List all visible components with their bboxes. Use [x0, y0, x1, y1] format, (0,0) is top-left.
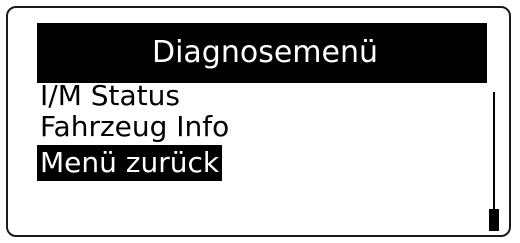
- scrollbar-thumb[interactable]: [489, 209, 499, 231]
- menu-item-label: Menü zurück: [37, 145, 223, 181]
- menu-item-label: I/M Status: [40, 83, 180, 109]
- scrollbar[interactable]: [489, 92, 499, 231]
- menu-item-fahrzeug-info[interactable]: Fahrzeug Info: [37, 109, 477, 145]
- menu-title-bar: Diagnosemenü: [37, 23, 487, 83]
- menu-title: Diagnosemenü: [151, 35, 379, 70]
- menu-item-menu-zurueck[interactable]: Menü zurück: [37, 145, 477, 181]
- menu-item-label: Fahrzeug Info: [40, 110, 230, 143]
- menu-list: I/M Status Fahrzeug Info Menü zurück: [37, 83, 477, 181]
- menu-item-im-status[interactable]: I/M Status: [37, 83, 477, 109]
